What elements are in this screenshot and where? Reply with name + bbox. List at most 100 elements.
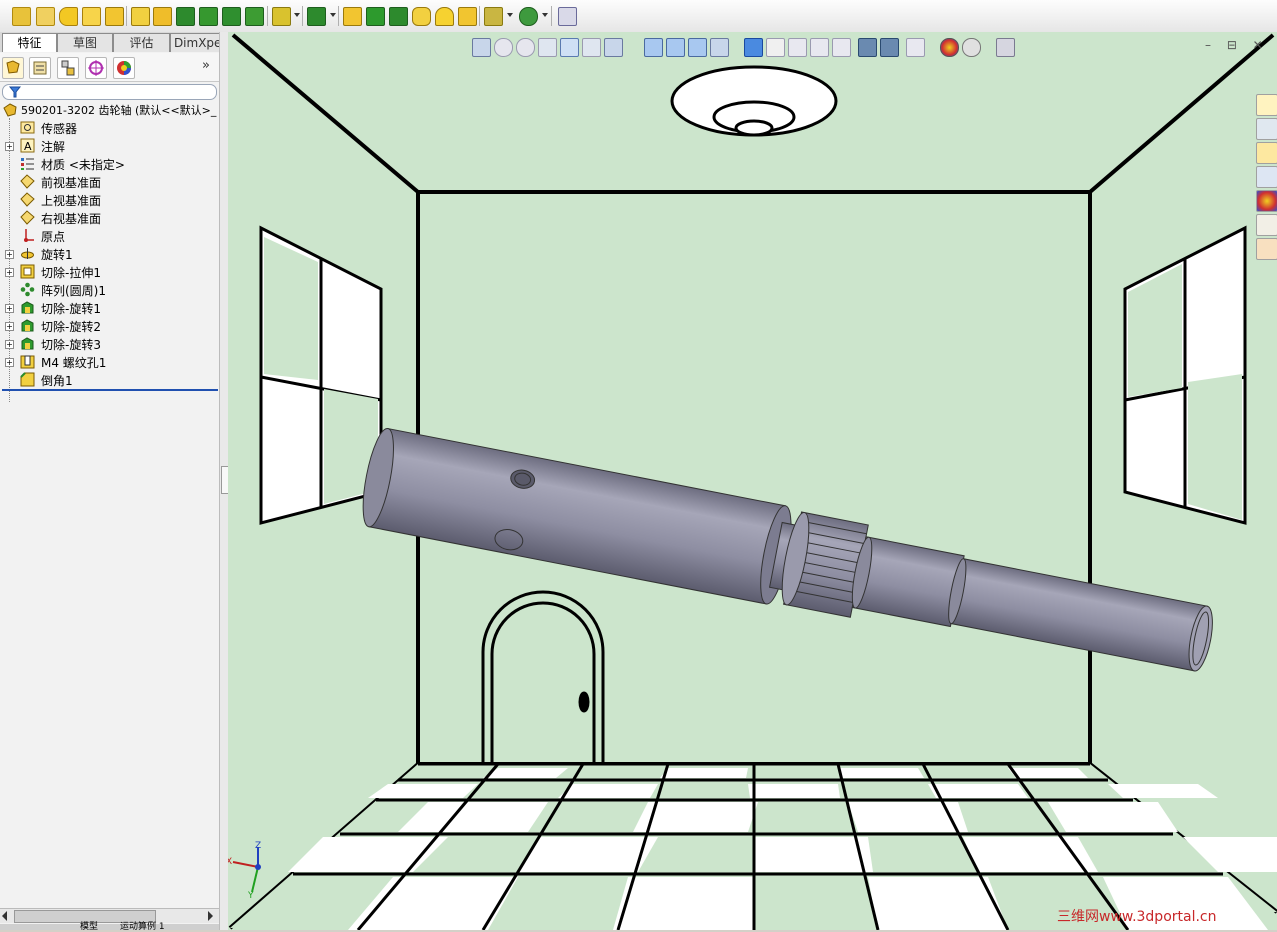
rollback-bar[interactable] xyxy=(2,389,218,391)
section-view-icon[interactable] xyxy=(560,38,579,57)
perspective-icon[interactable] xyxy=(788,38,807,57)
realview-icon[interactable] xyxy=(858,38,877,57)
scene-icon[interactable] xyxy=(962,38,981,57)
scroll-left-icon[interactable] xyxy=(2,911,7,921)
tree-item-cut-revolve1[interactable]: + 切除-旋转1 xyxy=(0,299,219,317)
tab-features[interactable]: 特征 xyxy=(2,33,57,52)
appearances-scenes-icon[interactable] xyxy=(1256,190,1277,212)
expand-toggle-icon[interactable]: + xyxy=(5,250,14,259)
tree-root[interactable]: 590201-3202 齿轮轴 (默认<<默认>_ xyxy=(0,101,219,119)
pattern-dropdown-icon[interactable] xyxy=(330,13,336,17)
view-palette-icon[interactable] xyxy=(1256,166,1277,188)
measure-icon[interactable] xyxy=(558,7,577,26)
curves-dropdown-icon[interactable] xyxy=(507,13,513,17)
tree-item-right-plane[interactable]: 右视基准面 xyxy=(0,209,219,227)
cut-revolve-feature-icon xyxy=(21,337,34,350)
scroll-right-icon[interactable] xyxy=(208,911,213,921)
expand-toggle-icon[interactable]: + xyxy=(5,304,14,313)
cut-extrude-icon[interactable] xyxy=(131,7,150,26)
tree-item-cut-revolve2[interactable]: + 切除-旋转2 xyxy=(0,317,219,335)
hidden-lines-icon[interactable] xyxy=(766,38,785,57)
shell-icon[interactable] xyxy=(389,7,408,26)
loft-icon[interactable] xyxy=(176,7,195,26)
rib-icon[interactable] xyxy=(343,7,362,26)
instant3d-dropdown-icon[interactable] xyxy=(542,13,548,17)
viewport-window-controls[interactable]: – ⊟ ✕ xyxy=(1205,38,1269,52)
tree-item-circular-pattern1[interactable]: 阵列(圆周)1 xyxy=(0,281,219,299)
new-part-icon[interactable] xyxy=(12,7,31,26)
tree-horizontal-scrollbar[interactable] xyxy=(0,908,219,923)
cut-loft-icon[interactable] xyxy=(245,7,264,26)
dimetric-icon[interactable] xyxy=(688,38,707,57)
zoom-to-area-icon[interactable] xyxy=(516,38,535,57)
expand-toggle-icon[interactable]: + xyxy=(5,358,14,367)
tree-item-label: 前视基准面 xyxy=(41,176,102,190)
move-icon[interactable] xyxy=(36,7,55,26)
tab-evaluate[interactable]: 评估 xyxy=(113,33,170,52)
triad-y-label: Y xyxy=(247,891,254,901)
extrude-boss-icon[interactable] xyxy=(82,7,101,26)
tab-model[interactable]: 模型 xyxy=(80,919,98,932)
dimxpert-manager-icon[interactable] xyxy=(85,57,107,79)
propertymanager-icon[interactable] xyxy=(29,57,51,79)
dome-icon[interactable] xyxy=(435,7,454,26)
tree-item-sensors[interactable]: 传感器 xyxy=(0,119,219,137)
appearance-icon[interactable] xyxy=(940,38,959,57)
tree-filter-input[interactable] xyxy=(2,84,217,100)
select-icon[interactable] xyxy=(472,38,491,57)
chamfer-icon xyxy=(20,372,35,387)
tree-item-origin[interactable]: 原点 xyxy=(0,227,219,245)
file-explorer-icon[interactable] xyxy=(1256,142,1277,164)
tree-item-material[interactable]: 材质 <未指定> xyxy=(0,155,219,173)
draft-icon[interactable] xyxy=(366,7,385,26)
cut-sweep-icon[interactable] xyxy=(222,7,241,26)
tab-motion-study[interactable]: 运动算例 1 xyxy=(120,919,165,932)
wrap-icon[interactable] xyxy=(412,7,431,26)
trimetric-icon[interactable] xyxy=(666,38,685,57)
view-settings-icon[interactable] xyxy=(996,38,1015,57)
display-style-icon[interactable] xyxy=(604,38,623,57)
sw-forum-icon[interactable] xyxy=(1256,238,1277,260)
sw-resources-icon[interactable] xyxy=(1256,94,1277,116)
fillet-dropdown-icon[interactable] xyxy=(294,13,300,17)
design-library-icon[interactable] xyxy=(1256,118,1277,140)
tree-item-top-plane[interactable]: 上视基准面 xyxy=(0,191,219,209)
tree-item-m4-tapped-hole1[interactable]: + M4 螺纹孔1 xyxy=(0,353,219,371)
shaded-with-edges-icon[interactable] xyxy=(744,38,763,57)
expand-toggle-icon[interactable]: + xyxy=(5,268,14,277)
linear-pattern-icon[interactable] xyxy=(307,7,326,26)
hide-show-items-icon[interactable] xyxy=(906,38,925,57)
ambient-occlusion-icon[interactable] xyxy=(832,38,851,57)
tree-item-annotations[interactable]: + A 注解 xyxy=(0,137,219,155)
expand-toggle-icon[interactable]: + xyxy=(5,142,14,151)
previous-view-icon[interactable] xyxy=(538,38,557,57)
shadows-icon[interactable] xyxy=(810,38,829,57)
curves-icon[interactable] xyxy=(484,7,503,26)
expand-toggle-icon[interactable]: + xyxy=(5,340,14,349)
view-cube-icon[interactable] xyxy=(710,38,729,57)
revolve-icon[interactable] xyxy=(59,7,78,26)
instant3d-icon[interactable] xyxy=(519,7,538,26)
expand-toggle-icon[interactable]: + xyxy=(5,322,14,331)
display-manager-icon[interactable] xyxy=(113,57,135,79)
graphics-area[interactable]: Z X Y xyxy=(228,32,1277,930)
zoom-to-fit-icon[interactable] xyxy=(494,38,513,57)
tree-item-revolve1[interactable]: + 旋转1 xyxy=(0,245,219,263)
custom-properties-icon[interactable] xyxy=(1256,214,1277,236)
sweep-icon[interactable] xyxy=(105,7,124,26)
fillet-icon[interactable] xyxy=(272,7,291,26)
reference-geometry-icon[interactable] xyxy=(458,7,477,26)
tree-item-front-plane[interactable]: 前视基准面 xyxy=(0,173,219,191)
expand-panel-icon[interactable]: » xyxy=(202,58,210,73)
cartoon-icon[interactable] xyxy=(880,38,899,57)
tree-item-cut-revolve3[interactable]: + 切除-旋转3 xyxy=(0,335,219,353)
tree-item-chamfer1[interactable]: 倒角1 xyxy=(0,371,219,389)
cut-revolve-icon[interactable] xyxy=(199,7,218,26)
isometric-icon[interactable] xyxy=(644,38,663,57)
view-orientation-icon[interactable] xyxy=(582,38,601,57)
featuremanager-icon[interactable] xyxy=(2,57,24,79)
hole-wizard-icon[interactable] xyxy=(153,7,172,26)
tab-sketch[interactable]: 草图 xyxy=(57,33,113,52)
configurationmanager-icon[interactable] xyxy=(57,57,79,79)
tree-item-cut-extrude1[interactable]: + 切除-拉伸1 xyxy=(0,263,219,281)
